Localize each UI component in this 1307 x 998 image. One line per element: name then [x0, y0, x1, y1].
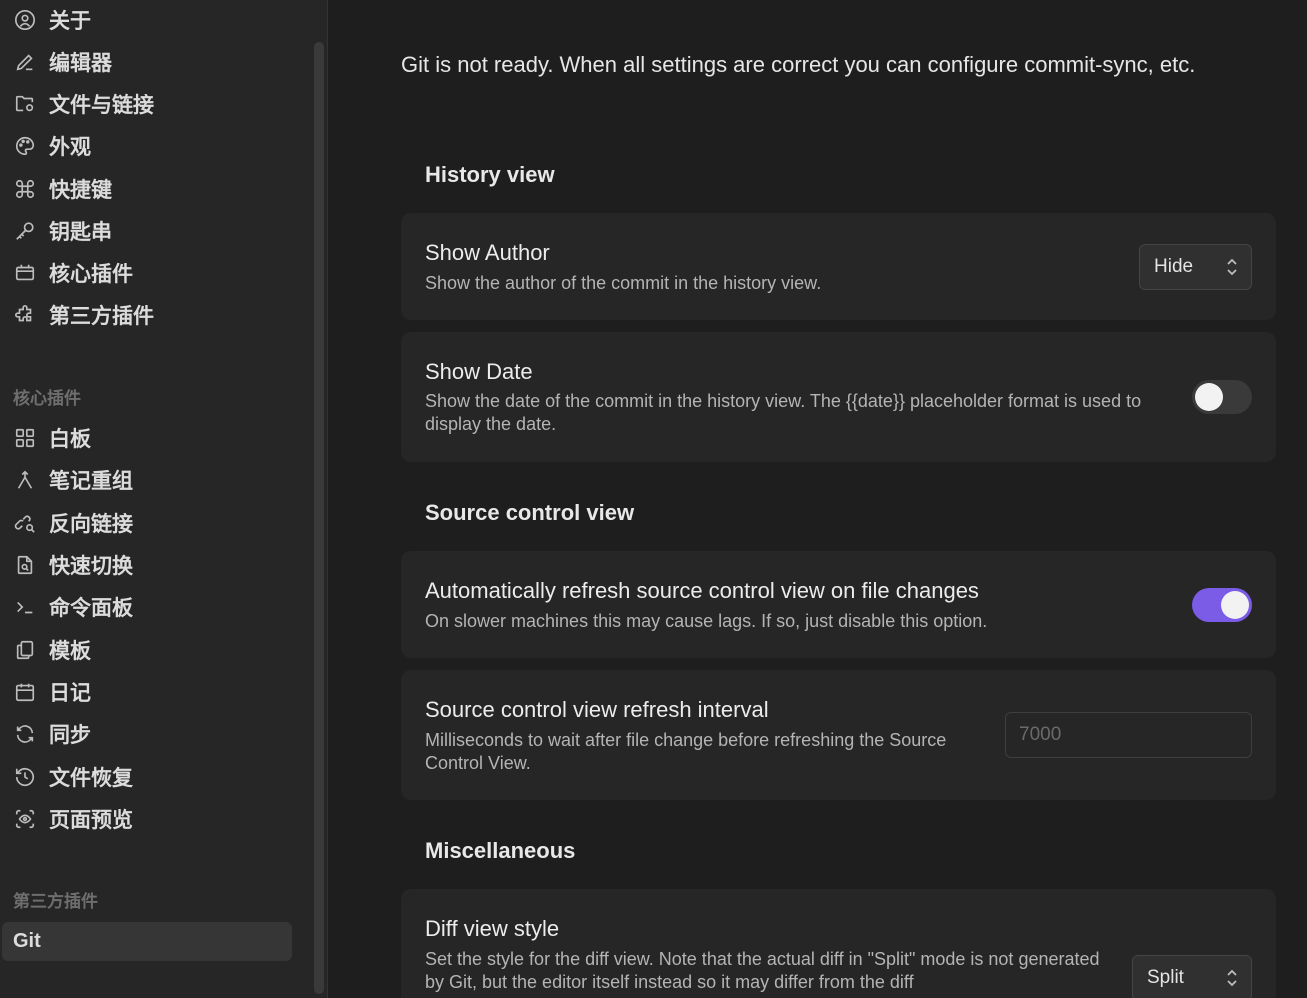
setting-name: Diff view style	[425, 916, 560, 941]
sidebar-item-label: 快捷键	[49, 179, 112, 202]
sidebar-item-canvas[interactable]: 白板	[2, 418, 292, 458]
toggle-knob	[1195, 383, 1223, 411]
sidebar-item-core-plugins[interactable]: 核心插件	[2, 253, 292, 293]
refresh-interval-input[interactable]	[1005, 712, 1252, 758]
calendar-icon	[13, 680, 37, 704]
layout-grid-icon	[13, 426, 37, 450]
calendar-box-icon	[13, 261, 37, 285]
show-date-toggle[interactable]	[1192, 380, 1252, 414]
sidebar-item-label: 第三方插件	[49, 305, 154, 328]
diff-view-style-dropdown[interactable]: Split	[1132, 955, 1252, 998]
puzzle-icon	[13, 303, 37, 327]
sidebar-item-label: 反向链接	[49, 513, 133, 536]
setting-description: Show the author of the commit in the his…	[425, 273, 822, 293]
show-author-dropdown[interactable]: Hide	[1139, 244, 1252, 290]
chevron-up-down-icon	[1225, 968, 1239, 988]
setting-name: Show Author	[425, 240, 550, 265]
sidebar-item-label: 核心插件	[49, 263, 133, 286]
sidebar-section-core: 核心插件	[13, 389, 81, 408]
sidebar-item-label: 笔记重组	[49, 470, 133, 493]
key-icon	[13, 219, 37, 243]
sidebar-item-file-recovery[interactable]: 文件恢复	[2, 757, 292, 797]
auto-refresh-toggle[interactable]	[1192, 588, 1252, 622]
sidebar-item-label: 钥匙串	[49, 221, 112, 244]
command-icon	[13, 177, 37, 201]
setting-name: Automatically refresh source control vie…	[425, 578, 979, 603]
sidebar-item-label: 文件恢复	[49, 767, 133, 790]
setting-name: Show Date	[425, 359, 533, 384]
sidebar-item-keychain[interactable]: 钥匙串	[2, 211, 292, 251]
setting-name: Source control view refresh interval	[425, 697, 769, 722]
sidebar-item-page-preview[interactable]: 页面预览	[2, 799, 292, 839]
sidebar-item-label: 快速切换	[49, 555, 133, 578]
sidebar-section-community: 第三方插件	[13, 892, 98, 911]
sidebar-item-hotkeys[interactable]: 快捷键	[2, 169, 292, 209]
sidebar-item-sync[interactable]: 同步	[2, 714, 292, 754]
sidebar-item-templates[interactable]: 模板	[2, 630, 292, 670]
sidebar-item-label: 页面预览	[49, 809, 133, 832]
link-search-icon	[13, 511, 37, 535]
merge-icon	[13, 468, 37, 492]
sidebar-item-label: 命令面板	[49, 597, 133, 620]
sidebar-item-quick-switcher[interactable]: 快速切换	[2, 545, 292, 585]
toggle-knob	[1221, 591, 1249, 619]
sidebar-item-files-links[interactable]: 文件与链接	[2, 84, 292, 124]
sidebar-item-backlinks[interactable]: 反向链接	[2, 503, 292, 543]
copy-icon	[13, 638, 37, 662]
sidebar-item-daily-notes[interactable]: 日记	[2, 672, 292, 712]
pencil-icon	[13, 50, 37, 74]
setting-description: Show the date of the commit in the histo…	[425, 391, 1142, 434]
sidebar-item-command-palette[interactable]: 命令面板	[2, 587, 292, 627]
setting-description: Milliseconds to wait after file change b…	[425, 730, 947, 773]
sidebar-item-label: 日记	[49, 682, 91, 705]
sidebar-item-label: Git	[13, 930, 41, 952]
setting-show-date: Show Date Show the date of the commit in…	[401, 332, 1276, 462]
sidebar-item-label: 外观	[49, 136, 91, 159]
dropdown-value: Hide	[1154, 256, 1194, 277]
miscellaneous-heading: Miscellaneous	[425, 838, 576, 863]
setting-description: Set the style for the diff view. Note th…	[425, 949, 1100, 992]
file-search-icon	[13, 553, 37, 577]
sidebar-item-label: 模板	[49, 640, 91, 663]
sidebar-item-community-plugins[interactable]: 第三方插件	[2, 295, 292, 335]
setting-show-author: Show Author Show the author of the commi…	[401, 213, 1276, 320]
terminal-icon	[13, 595, 37, 619]
history-icon	[13, 765, 37, 789]
sidebar-item-label: 编辑器	[49, 52, 112, 75]
chevron-up-down-icon	[1225, 257, 1239, 277]
user-circle-icon	[13, 8, 37, 32]
sidebar-item-label: 白板	[49, 428, 91, 451]
palette-icon	[13, 134, 37, 158]
refresh-icon	[13, 722, 37, 746]
settings-window: 关于 编辑器 文件与链接 外观 快捷键 钥匙串 核心插件 第三方插件 核心插件 …	[0, 0, 1307, 998]
setting-auto-refresh: Automatically refresh source control vie…	[401, 551, 1276, 658]
folder-cog-icon	[13, 92, 37, 116]
sidebar-item-label: 关于	[49, 10, 91, 33]
history-view-heading: History view	[425, 162, 555, 187]
sidebar-item-appearance[interactable]: 外观	[2, 126, 292, 166]
scan-eye-icon	[13, 807, 37, 831]
source-control-view-heading: Source control view	[425, 500, 635, 525]
setting-diff-view-style: Diff view style Set the style for the di…	[401, 889, 1276, 998]
sidebar-item-git[interactable]: Git	[2, 922, 292, 961]
settings-content: Git is not ready. When all settings are …	[329, 0, 1307, 998]
sidebar-item-about[interactable]: 关于	[2, 0, 292, 40]
dropdown-value: Split	[1147, 967, 1184, 988]
git-not-ready-notice: Git is not ready. When all settings are …	[401, 52, 1196, 77]
settings-sidebar: 关于 编辑器 文件与链接 外观 快捷键 钥匙串 核心插件 第三方插件 核心插件 …	[0, 0, 328, 998]
sidebar-item-editor[interactable]: 编辑器	[2, 42, 292, 82]
sidebar-item-label: 文件与链接	[49, 94, 154, 117]
sidebar-scrollbar[interactable]	[314, 42, 324, 994]
sidebar-item-label: 同步	[49, 724, 91, 747]
setting-refresh-interval: Source control view refresh interval Mil…	[401, 670, 1276, 800]
setting-description: On slower machines this may cause lags. …	[425, 611, 988, 631]
sidebar-item-note-composer[interactable]: 笔记重组	[2, 460, 292, 500]
